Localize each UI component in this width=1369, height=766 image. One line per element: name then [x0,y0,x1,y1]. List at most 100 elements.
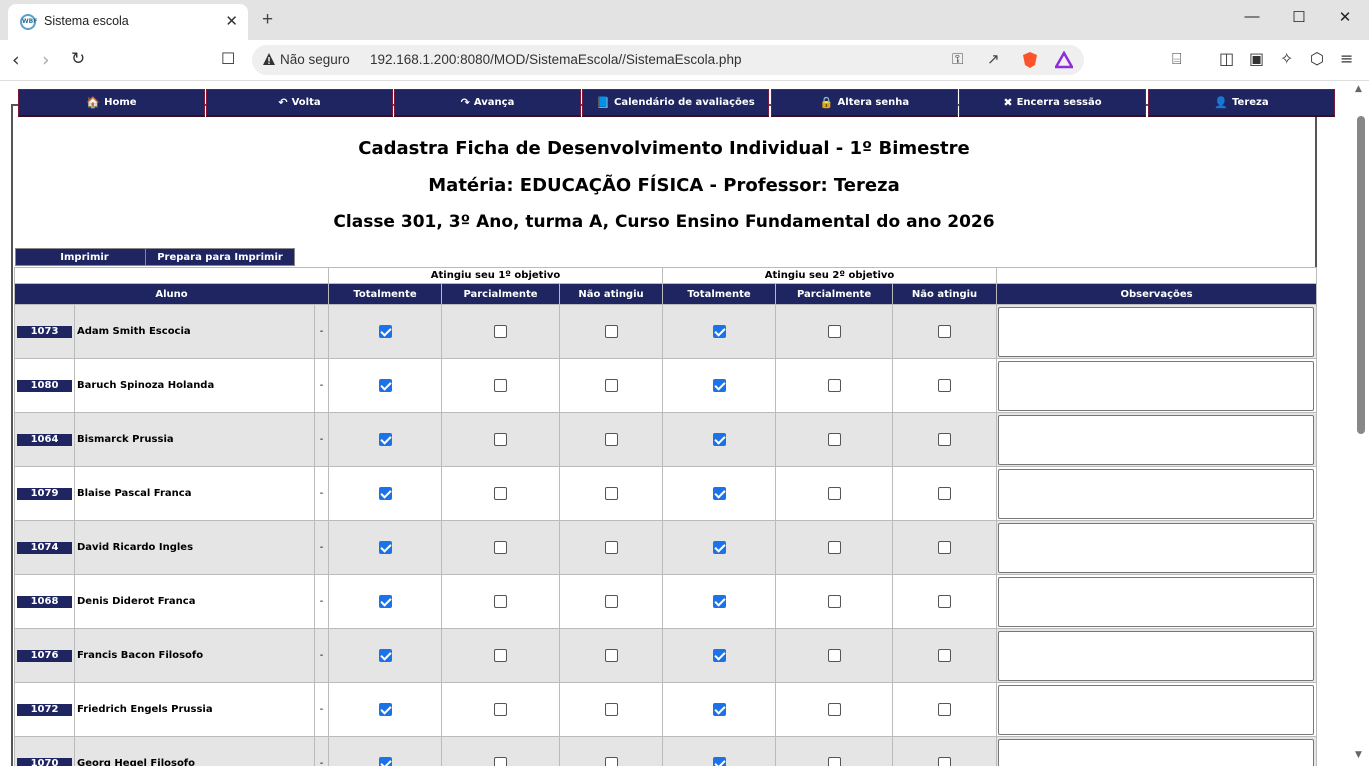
checkbox-o1-total[interactable] [378,433,392,446]
checkbox-o1-total[interactable] [378,703,392,716]
checkbox-o2-total[interactable] [712,541,726,554]
checkbox-o1-partial[interactable] [494,487,508,500]
checkbox-o1-total[interactable] [378,487,392,500]
checkbox-o2-total[interactable] [712,433,726,446]
url-text[interactable]: 192.168.1.200:8080/MOD/SistemaEscola//Si… [370,52,741,67]
menu-icon[interactable]: ≡ [1340,49,1353,68]
checkbox-o2-total[interactable] [712,487,726,500]
checkbox-o1-partial[interactable] [494,541,508,554]
observation-textarea[interactable] [998,306,1315,357]
observation-textarea[interactable] [998,360,1315,411]
checkbox-o1-not[interactable] [604,325,618,338]
checkbox-o2-partial[interactable] [827,433,841,446]
checkbox-o1-total[interactable] [378,325,392,338]
checkbox-o2-total[interactable] [712,325,726,338]
scroll-down-icon[interactable]: ▼ [1355,750,1362,760]
print-button[interactable]: Imprimir [15,248,154,266]
checkbox-o2-total[interactable] [712,649,726,662]
checkbox-o1-total[interactable] [378,649,392,662]
checkbox-o1-partial[interactable] [494,595,508,608]
checkbox-o1-total[interactable] [378,757,392,766]
checkbox-o1-partial[interactable] [494,379,508,392]
checkbox-o2-partial[interactable] [827,379,841,392]
checkbox-o1-not[interactable] [604,379,618,392]
checkbox-o1-not[interactable] [604,649,618,662]
wallet-icon[interactable]: ▣ [1249,49,1264,68]
checkbox-o2-partial[interactable] [827,757,841,766]
menu-logout-button[interactable]: ✖ Encerra sessão [959,89,1146,117]
maximize-button[interactable]: ☐ [1289,8,1309,28]
checkbox-o1-total[interactable] [378,541,392,554]
checkbox-o2-partial[interactable] [827,703,841,716]
checkbox-o1-partial[interactable] [494,649,508,662]
menu-change-password-button[interactable]: 🔒 Altera senha [771,89,958,117]
checkbox-o1-not[interactable] [604,703,618,716]
checkbox-o1-not[interactable] [604,595,618,608]
observation-textarea[interactable] [998,576,1315,627]
checkbox-o1-not[interactable] [604,541,618,554]
observation-textarea[interactable] [998,522,1315,573]
checkbox-o2-partial[interactable] [827,487,841,500]
menu-back-button[interactable]: ↶ Volta [206,89,393,117]
vpn-icon[interactable]: ⬡ [1310,49,1324,68]
cell-o1-total [328,736,443,766]
address-bar[interactable]: Não seguro 192.168.1.200:8080/MOD/Sistem… [252,45,1084,75]
checkbox-o1-partial[interactable] [494,757,508,766]
checkbox-o2-not[interactable] [938,757,952,766]
scroll-thumb[interactable] [1357,116,1365,434]
checkbox-o1-not[interactable] [604,487,618,500]
checkbox-o2-partial[interactable] [827,649,841,662]
menu-forward-button[interactable]: ↷ Avança [394,89,581,117]
close-tab-icon[interactable]: ✕ [225,12,238,30]
checkbox-o2-not[interactable] [938,487,952,500]
checkbox-o2-total[interactable] [712,703,726,716]
checkbox-o2-partial[interactable] [827,595,841,608]
checkbox-o2-not[interactable] [938,541,952,554]
menu-calendar-button[interactable]: 📘 Calendário de avaliações [582,89,769,117]
forward-icon[interactable]: › [42,49,50,71]
observation-textarea[interactable] [998,630,1315,681]
close-window-button[interactable]: ✕ [1335,8,1355,28]
browser-tab[interactable]: WBF Sistema escola ✕ [8,4,248,40]
checkbox-o2-partial[interactable] [827,541,841,554]
prepare-print-button[interactable]: Prepara para Imprimir [145,248,295,266]
checkbox-o1-not[interactable] [604,433,618,446]
ai-icon[interactable]: ✧ [1280,49,1293,68]
observation-textarea[interactable] [998,468,1315,519]
checkbox-o1-not[interactable] [604,757,618,766]
checkbox-o1-partial[interactable] [494,433,508,446]
bookmark-icon[interactable]: ☐ [221,49,235,68]
checkbox-o2-not[interactable] [938,379,952,392]
checkbox-o2-not[interactable] [938,595,952,608]
checkbox-o2-total[interactable] [712,595,726,608]
key-icon[interactable]: ⚿ [952,50,963,68]
observation-textarea[interactable] [998,414,1315,465]
checkbox-o2-not[interactable] [938,325,952,338]
checkbox-o2-not[interactable] [938,649,952,662]
new-tab-button[interactable]: + [262,9,273,31]
checkbox-o1-partial[interactable] [494,703,508,716]
checkbox-o1-total[interactable] [378,595,392,608]
observation-textarea[interactable] [998,738,1315,766]
back-icon[interactable]: ‹ [12,49,20,71]
menu-user-button[interactable]: 👤 Tereza [1148,89,1335,117]
minimize-button[interactable]: — [1242,8,1262,28]
observation-textarea[interactable] [998,684,1315,735]
checkbox-o2-total[interactable] [712,757,726,766]
reload-icon[interactable]: ↻ [71,49,85,69]
checkbox-o1-total[interactable] [378,379,392,392]
not-secure-label[interactable]: Não seguro [280,52,350,67]
checkbox-o2-partial[interactable] [827,325,841,338]
brave-shield-icon[interactable] [1021,51,1039,69]
sidebar-icon[interactable]: ◫ [1219,49,1234,68]
checkbox-o2-not[interactable] [938,703,952,716]
scrollbar[interactable]: ▲ ▼ [1352,82,1369,766]
checkbox-o2-not[interactable] [938,433,952,446]
checkbox-o1-partial[interactable] [494,325,508,338]
scroll-up-icon[interactable]: ▲ [1355,84,1362,94]
leo-icon[interactable]: ⌸ [1172,49,1182,69]
share-icon[interactable]: ↗ [987,50,1000,68]
brave-rewards-icon[interactable] [1055,51,1073,69]
menu-home-button[interactable]: 🏠 Home [18,89,205,117]
checkbox-o2-total[interactable] [712,379,726,392]
